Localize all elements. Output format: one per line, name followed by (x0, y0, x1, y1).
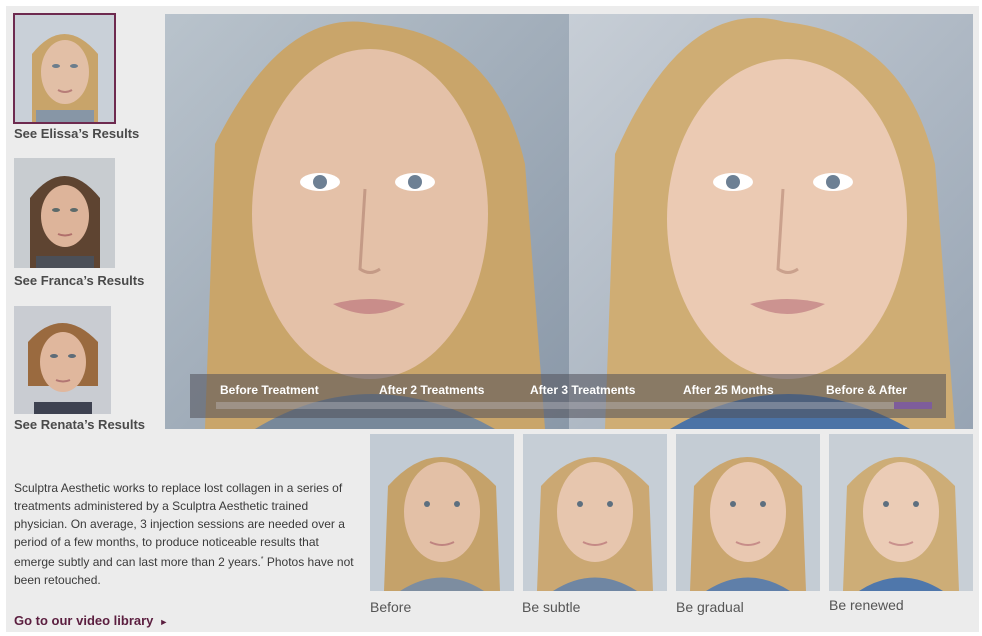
right-triangle-arrow-icon: ► (159, 617, 169, 627)
stage-slider-handle[interactable] (894, 402, 932, 409)
gallery-caption-before: Before (370, 599, 412, 615)
sidebar-item-franca-label[interactable]: See Franca’s Results (14, 273, 144, 288)
sidebar-item-renata-label[interactable]: See Renata’s Results (14, 417, 145, 432)
tab-before-treatment[interactable]: Before Treatment (220, 383, 319, 397)
sidebar-item-elissa-label[interactable]: See Elissa’s Results (14, 126, 139, 141)
elissa-thumbnail[interactable] (13, 13, 116, 124)
franca-thumbnail[interactable] (14, 158, 115, 268)
gallery-caption-be-gradual: Be gradual (676, 599, 744, 615)
stage-slider-track[interactable] (216, 402, 932, 409)
gallery-caption-be-renewed: Be renewed (829, 597, 904, 613)
portrait-elissa-photo (13, 13, 116, 124)
portrait-franca-photo (14, 158, 115, 268)
treatment-stage-tabs: Before Treatment After 2 Treatments Afte… (190, 374, 946, 418)
tab-after-2-treatments[interactable]: After 2 Treatments (379, 383, 484, 397)
treatment-description: Sculptra Aesthetic works to replace lost… (14, 479, 359, 589)
gallery-photo-be-renewed[interactable] (829, 434, 973, 591)
gallery-caption-be-subtle: Be subtle (522, 599, 581, 615)
before-after-comparison-photo (165, 14, 973, 429)
tab-after-25-months[interactable]: After 25 Months (683, 383, 774, 397)
video-library-link[interactable]: Go to our video library ► (14, 613, 168, 628)
tab-after-3-treatments[interactable]: After 3 Treatments (530, 383, 635, 397)
portrait-renata-photo (14, 306, 111, 414)
gallery-photo-before[interactable] (370, 434, 514, 591)
gallery-photo-be-gradual[interactable] (676, 434, 820, 591)
tab-before-and-after[interactable]: Before & After (826, 383, 907, 397)
renata-thumbnail[interactable] (14, 306, 111, 414)
gallery-photo-be-subtle[interactable] (523, 434, 667, 591)
video-library-link-label[interactable]: Go to our video library (14, 613, 153, 628)
